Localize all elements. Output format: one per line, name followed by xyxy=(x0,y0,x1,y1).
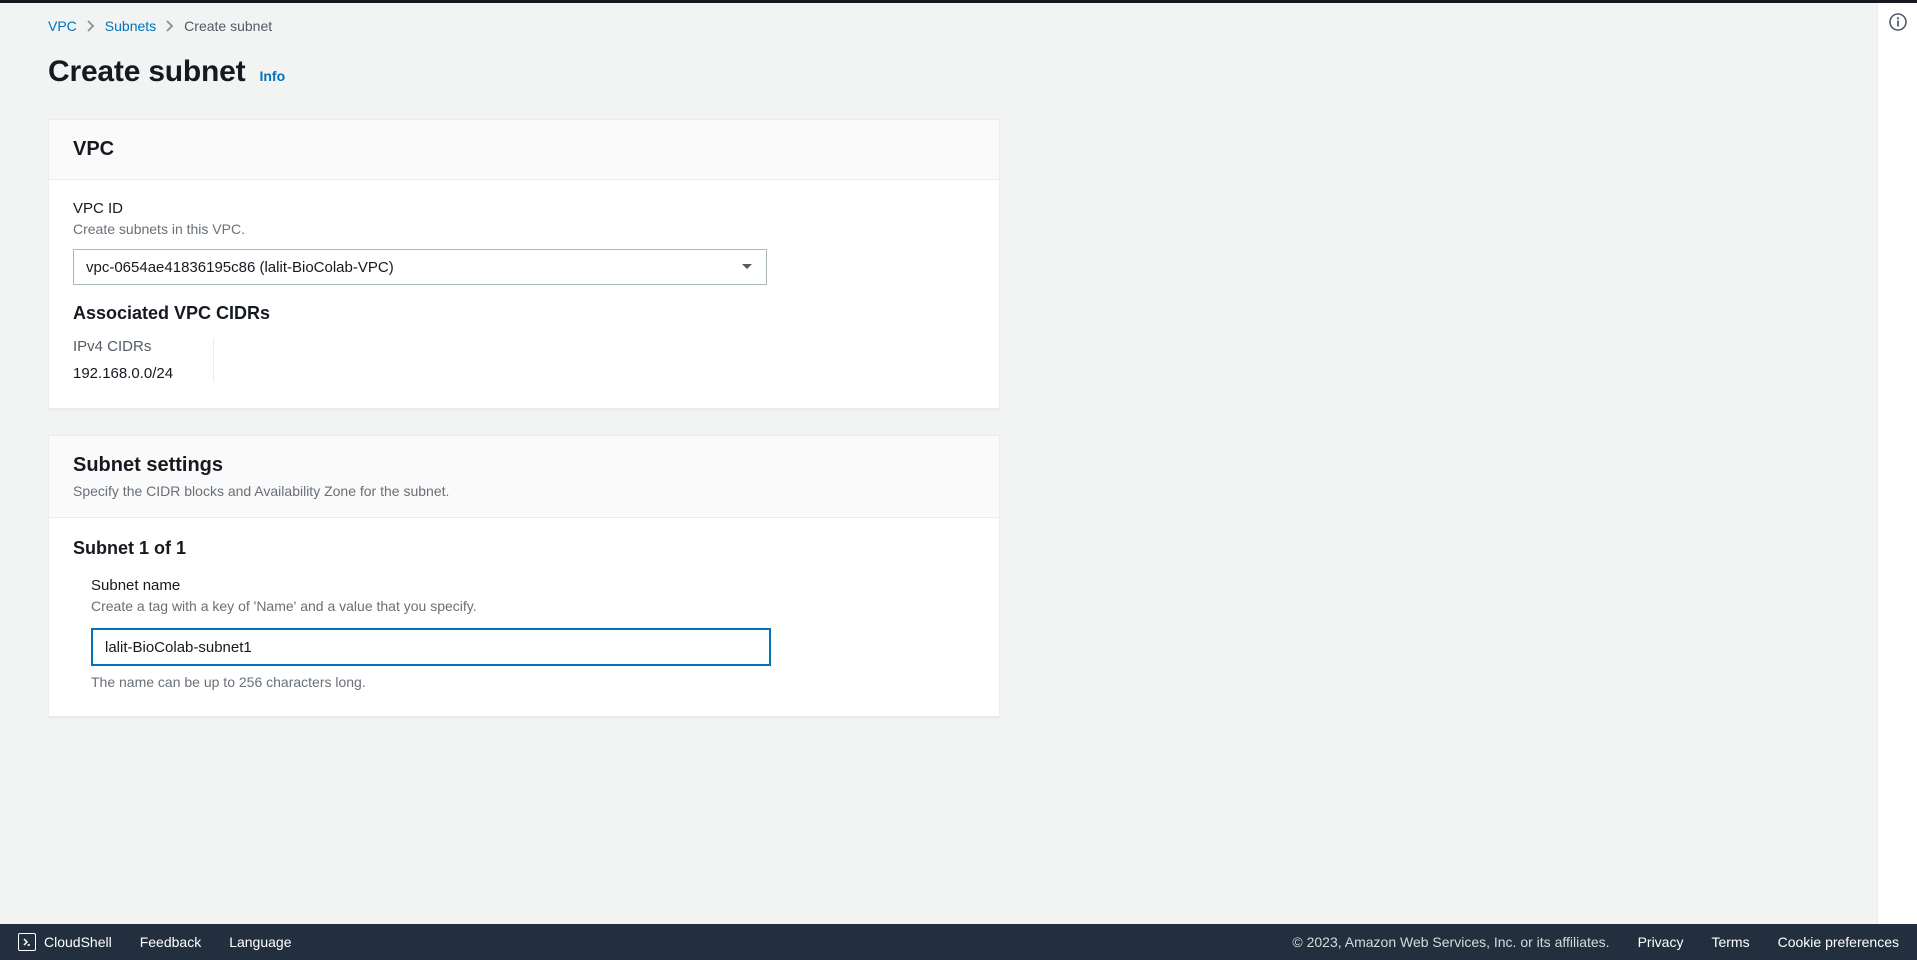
vpc-panel-title: VPC xyxy=(73,138,975,161)
assoc-divider xyxy=(213,338,214,382)
vpc-id-label: VPC ID xyxy=(73,200,975,217)
privacy-link[interactable]: Privacy xyxy=(1638,934,1684,950)
breadcrumb-subnets[interactable]: Subnets xyxy=(105,19,156,33)
subnet-name-hint: The name can be up to 256 characters lon… xyxy=(91,674,975,690)
vpc-id-desc: Create subnets in this VPC. xyxy=(73,221,975,237)
associated-cidrs-title: Associated VPC CIDRs xyxy=(73,303,975,324)
subnet-name-desc: Create a tag with a key of 'Name' and a … xyxy=(91,598,975,614)
vpc-id-select[interactable]: vpc-0654ae41836195c86 (lalit-BioColab-VP… xyxy=(73,249,767,285)
caret-down-icon xyxy=(741,263,753,271)
subnet-settings-subtitle: Specify the CIDR blocks and Availability… xyxy=(73,483,975,499)
footer: CloudShell Feedback Language © 2023, Ama… xyxy=(0,924,1917,960)
info-icon[interactable] xyxy=(1889,13,1907,31)
subnet-name-label: Subnet name xyxy=(91,577,975,594)
subnet-settings-panel: Subnet settings Specify the CIDR blocks … xyxy=(48,435,1000,717)
subnet-name-block: Subnet name Create a tag with a key of '… xyxy=(73,577,975,690)
chevron-right-icon xyxy=(166,20,174,32)
ipv4-cidrs-value: 192.168.0.0/24 xyxy=(73,365,173,382)
main-content: VPC Subnets Create subnet Create subnet … xyxy=(0,3,1040,803)
vpc-panel: VPC VPC ID Create subnets in this VPC. v… xyxy=(48,119,1000,409)
breadcrumb-vpc[interactable]: VPC xyxy=(48,19,77,33)
cloudshell-button[interactable]: CloudShell xyxy=(18,933,112,951)
vpc-id-select-wrap: vpc-0654ae41836195c86 (lalit-BioColab-VP… xyxy=(73,249,767,285)
vpc-panel-body: VPC ID Create subnets in this VPC. vpc-0… xyxy=(49,180,999,408)
language-selector[interactable]: Language xyxy=(229,934,291,950)
cloudshell-label: CloudShell xyxy=(44,934,112,950)
subnet-index-heading: Subnet 1 of 1 xyxy=(73,538,975,577)
breadcrumb: VPC Subnets Create subnet xyxy=(48,17,1000,55)
associated-cidrs-row: IPv4 CIDRs 192.168.0.0/24 xyxy=(73,338,975,382)
workspace: VPC Subnets Create subnet Create subnet … xyxy=(0,3,1917,924)
vpc-id-select-value: vpc-0654ae41836195c86 (lalit-BioColab-VP… xyxy=(86,259,394,276)
ipv4-cidrs-col: IPv4 CIDRs 192.168.0.0/24 xyxy=(73,338,213,382)
footer-left: CloudShell Feedback Language xyxy=(18,933,292,951)
footer-right: © 2023, Amazon Web Services, Inc. or its… xyxy=(1292,934,1899,950)
cookie-preferences-link[interactable]: Cookie preferences xyxy=(1778,934,1899,950)
breadcrumb-current: Create subnet xyxy=(184,19,272,33)
page-title: Create subnet xyxy=(48,55,245,89)
chevron-right-icon xyxy=(87,20,95,32)
right-help-rail xyxy=(1877,3,1917,924)
copyright-text: © 2023, Amazon Web Services, Inc. or its… xyxy=(1292,934,1609,950)
page-title-row: Create subnet Info xyxy=(48,55,1000,119)
cloudshell-icon xyxy=(18,933,36,951)
terms-link[interactable]: Terms xyxy=(1711,934,1749,950)
page-info-link[interactable]: Info xyxy=(259,68,285,84)
subnet-name-input[interactable] xyxy=(91,628,771,666)
feedback-link[interactable]: Feedback xyxy=(140,934,201,950)
subnet-settings-header: Subnet settings Specify the CIDR blocks … xyxy=(49,436,999,518)
vpc-panel-header: VPC xyxy=(49,120,999,180)
ipv4-cidrs-label: IPv4 CIDRs xyxy=(73,338,173,355)
main-scroll-area[interactable]: VPC Subnets Create subnet Create subnet … xyxy=(0,3,1877,924)
subnet-settings-title: Subnet settings xyxy=(73,454,975,477)
subnet-settings-body: Subnet 1 of 1 Subnet name Create a tag w… xyxy=(49,518,999,716)
